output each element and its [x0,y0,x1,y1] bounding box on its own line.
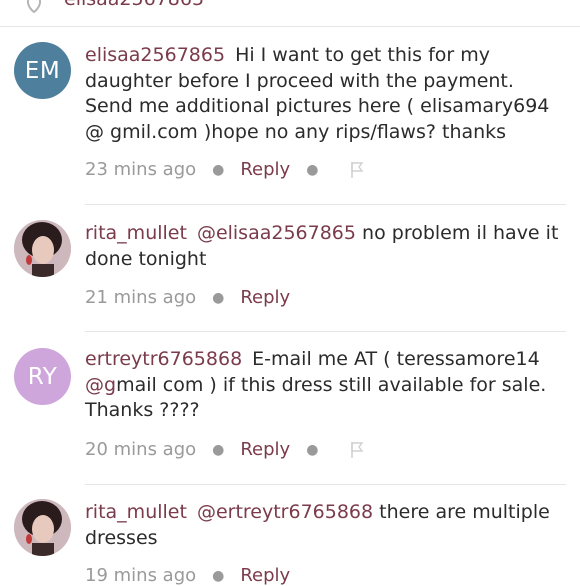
comment-text: rita_mullet @elisaa2567865 no problem il … [85,221,565,272]
comment-username[interactable]: rita_mullet [85,501,187,523]
comment-text: elisaa2567865 Hi I want to get this for m… [85,43,565,145]
comment-meta: 20 mins ago ● Reply ● [85,439,364,460]
avatar[interactable]: RY [14,348,71,405]
heart-icon[interactable] [14,0,50,16]
separator-dot: ● [212,161,225,178]
flag-icon[interactable] [350,441,364,459]
avatar-initials: EM [24,57,61,84]
reply-button[interactable]: Reply [240,287,290,308]
separator-dot: ● [212,567,225,584]
separator-dot: ● [212,441,225,458]
previous-comment-username[interactable]: elisaa2567865 [64,0,204,10]
comment-timestamp: 20 mins ago [85,439,197,460]
comment-mention[interactable]: @ertreytr6765868 [197,501,373,523]
comment-body: mail com ) if this dress still available… [85,373,547,422]
divider [85,204,566,205]
divider [85,331,566,332]
avatar-initials: RY [27,363,58,390]
separator-dot: ● [306,441,319,458]
comment-meta: 23 mins ago ● Reply ● [85,159,364,180]
separator-dot: ● [212,289,225,306]
avatar[interactable] [14,220,71,277]
profile-photo [14,499,71,556]
avatar[interactable] [14,499,71,556]
flag-icon[interactable] [350,161,364,179]
reply-button[interactable]: Reply [240,439,290,460]
comment-username[interactable]: ertreytr6765868 [85,348,242,370]
comment-username[interactable]: rita_mullet [85,222,187,244]
comment-mention[interactable]: @g [85,374,116,396]
separator-dot: ● [306,161,319,178]
divider [85,484,566,485]
comment-body: E-mail me AT ( teressamore14 [252,348,540,370]
comment-timestamp: 21 mins ago [85,287,197,308]
avatar[interactable]: EM [14,42,71,99]
profile-photo [14,220,71,277]
comment-mention[interactable]: @elisaa2567865 [197,222,356,244]
comment-username[interactable]: elisaa2567865 [85,44,225,66]
reply-button[interactable]: Reply [240,159,290,180]
comment-text: rita_mullet @ertreytr6765868 there are mu… [85,500,565,551]
comment-timestamp: 23 mins ago [85,159,197,180]
comment-timestamp: 19 mins ago [85,565,197,586]
comment-meta: 21 mins ago ● Reply [85,287,290,308]
comment-meta: 19 mins ago ● Reply [85,565,290,586]
previous-comment-strip: elisaa2567865 [0,0,580,27]
reply-button[interactable]: Reply [240,565,290,586]
comment-text: ertreytr6765868 E-mail me AT ( teressamor… [85,347,565,424]
